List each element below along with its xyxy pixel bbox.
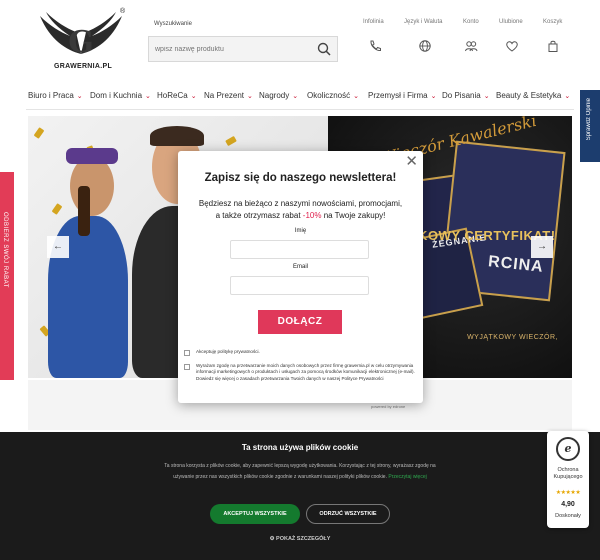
- rating-stars-icon: ★★★★★: [555, 490, 581, 496]
- nav-label: HoReCa: [157, 91, 188, 100]
- heart-icon[interactable]: [505, 39, 519, 53]
- logo-text: GRAWERNIA.PL: [54, 63, 113, 70]
- banner-tagline: WYJĄTKOWY WIECZÓR,: [467, 334, 558, 341]
- chevron-down-icon: ⌄: [247, 93, 253, 100]
- marketing-checkbox[interactable]: [184, 364, 190, 370]
- privacy-consent-text: Akceptuję politykę prywatności.: [196, 349, 260, 354]
- cookie-text: Ta strona korzysta z plików cookie, aby …: [162, 461, 438, 483]
- chevron-down-icon: ⌄: [483, 93, 490, 100]
- trust-label: Ochrona Kupującego: [553, 467, 583, 480]
- globe-icon[interactable]: [418, 39, 432, 53]
- cookie-read-more-link[interactable]: Przeczytaj więcej: [388, 474, 426, 480]
- trust-rating-label: Doskonały: [555, 513, 581, 519]
- show-details-label: POKAŻ SZCZEGÓŁY: [276, 536, 331, 542]
- nav-item-beauty[interactable]: Beauty & Estetyka ⌄: [496, 91, 570, 100]
- accept-all-button[interactable]: AKCEPTUJ WSZYSTKIE: [210, 504, 300, 524]
- name-label: Imię: [294, 228, 307, 234]
- nav-label: Na Prezent: [204, 91, 245, 100]
- marketing-consent-text: Wyrażam zgodę na przetwarzanie moich dan…: [196, 363, 415, 381]
- trust-seal-icon: e: [556, 437, 580, 461]
- chevron-down-icon: ⌄: [145, 93, 151, 100]
- show-details-button[interactable]: ⚙ POKAŻ SZCZEGÓŁY: [0, 536, 600, 542]
- join-button[interactable]: DOŁĄCZ: [258, 310, 342, 334]
- search-label: Wyszukiwanie: [154, 21, 192, 27]
- trust-badge[interactable]: e Ochrona Kupującego ★★★★★ 4,90 Doskonał…: [547, 431, 589, 528]
- cart-bag-icon[interactable]: [546, 39, 560, 53]
- nav-label: Przemysł i Firma: [368, 91, 428, 100]
- nav-item-do-pisania[interactable]: Do Pisania ⌄: [442, 91, 490, 100]
- main-navigation: Biuro i Praca ⌄ Dom i Kuchnia ⌄ HoReCa ⌄ Na…: [0, 85, 600, 107]
- search-box: [148, 36, 338, 62]
- email-field[interactable]: [230, 276, 369, 295]
- cookie-banner: Ta strona używa plików cookie Ta strona …: [0, 432, 600, 560]
- site-logo[interactable]: G ® GRAWERNIA.PL: [36, 8, 126, 72]
- chevron-down-icon: ⌄: [292, 93, 299, 100]
- nav-label: Biuro i Praca: [28, 91, 74, 100]
- name-field[interactable]: [230, 240, 369, 259]
- nav-item-biuro[interactable]: Biuro i Praca ⌄: [28, 91, 83, 100]
- reviews-side-tab[interactable]: Sprawdź Opinie: [580, 90, 600, 162]
- svg-text:G: G: [68, 25, 94, 60]
- chevron-down-icon: ⌄: [76, 93, 83, 100]
- nav-label: Beauty & Estetyka: [496, 91, 562, 100]
- modal-description: Będziesz na bieżąco z naszymi nowościami…: [190, 198, 411, 222]
- newsletter-modal: ✕ Zapisz się do naszego newslettera! Będ…: [178, 151, 423, 403]
- nav-item-dom[interactable]: Dom i Kuchnia ⌄: [90, 91, 151, 100]
- discount-percent: -10%: [302, 211, 322, 220]
- nav-item-horeca[interactable]: HoReCa ⌄: [157, 91, 197, 100]
- top-link-infolinia[interactable]: Infolinia: [363, 19, 384, 25]
- nav-label: Nagrody: [259, 91, 290, 100]
- phone-icon[interactable]: [368, 39, 382, 53]
- logo-registered-mark: ®: [120, 8, 126, 15]
- account-icon[interactable]: [464, 39, 478, 53]
- discount-side-tab-label: ODBIERZ SWÓJ RABAT: [2, 212, 8, 288]
- carousel-prev-button[interactable]: ←: [47, 236, 69, 258]
- nav-label: Do Pisania: [442, 91, 481, 100]
- logo-wings-icon: G: [40, 12, 122, 60]
- close-icon[interactable]: ✕: [405, 153, 418, 171]
- search-icon[interactable]: [317, 42, 331, 56]
- modal-desc-line-2b: na Twoje zakupy!: [321, 211, 386, 220]
- carousel-next-button[interactable]: →: [531, 236, 553, 258]
- nav-label: Dom i Kuchnia: [90, 91, 143, 100]
- chevron-down-icon: ⌄: [430, 93, 437, 100]
- cookie-title: Ta strona używa plików cookie: [241, 443, 359, 452]
- nav-label: Okoliczność: [307, 91, 351, 100]
- modal-title: Zapisz się do naszego newslettera!: [204, 172, 397, 184]
- top-link-language[interactable]: Język i Waluta: [404, 19, 442, 25]
- modal-desc-line-2a: a także otrzymasz rabat: [215, 211, 303, 220]
- top-links: Infolinia Język i Waluta Konto Ulubione …: [356, 19, 576, 29]
- trust-score: 4,90: [561, 501, 575, 508]
- email-label: Email: [292, 264, 308, 270]
- chevron-down-icon: ⌄: [564, 93, 571, 100]
- reject-all-button[interactable]: ODRZUĆ WSZYSTKIE: [306, 504, 390, 524]
- chevron-down-icon: ⌄: [190, 93, 197, 100]
- nav-item-okolicznosc[interactable]: Okoliczność ⌄: [307, 91, 359, 100]
- top-link-cart[interactable]: Koszyk: [543, 19, 562, 25]
- nav-item-przemysl[interactable]: Przemysł i Firma ⌄: [368, 91, 436, 100]
- nav-item-nagrody[interactable]: Nagrody ⌄: [259, 91, 298, 100]
- gear-icon: ⚙: [269, 536, 275, 542]
- chevron-down-icon: ⌄: [353, 93, 359, 100]
- nav-item-na-prezent[interactable]: Na Prezent ⌄: [204, 91, 253, 100]
- search-input[interactable]: [149, 37, 309, 61]
- discount-side-tab[interactable]: ODBIERZ SWÓJ RABAT: [0, 172, 14, 380]
- top-link-favorites[interactable]: Ulubione: [499, 19, 523, 25]
- modal-desc-line-1: Będziesz na bieżąco z naszymi nowościami…: [198, 199, 403, 208]
- powered-by-label: powered by edrone: [371, 404, 406, 409]
- top-link-account[interactable]: Konto: [463, 19, 479, 25]
- reviews-side-tab-label: Sprawdź Opinie: [586, 98, 592, 141]
- privacy-checkbox[interactable]: [184, 350, 190, 356]
- nav-divider: [26, 109, 574, 110]
